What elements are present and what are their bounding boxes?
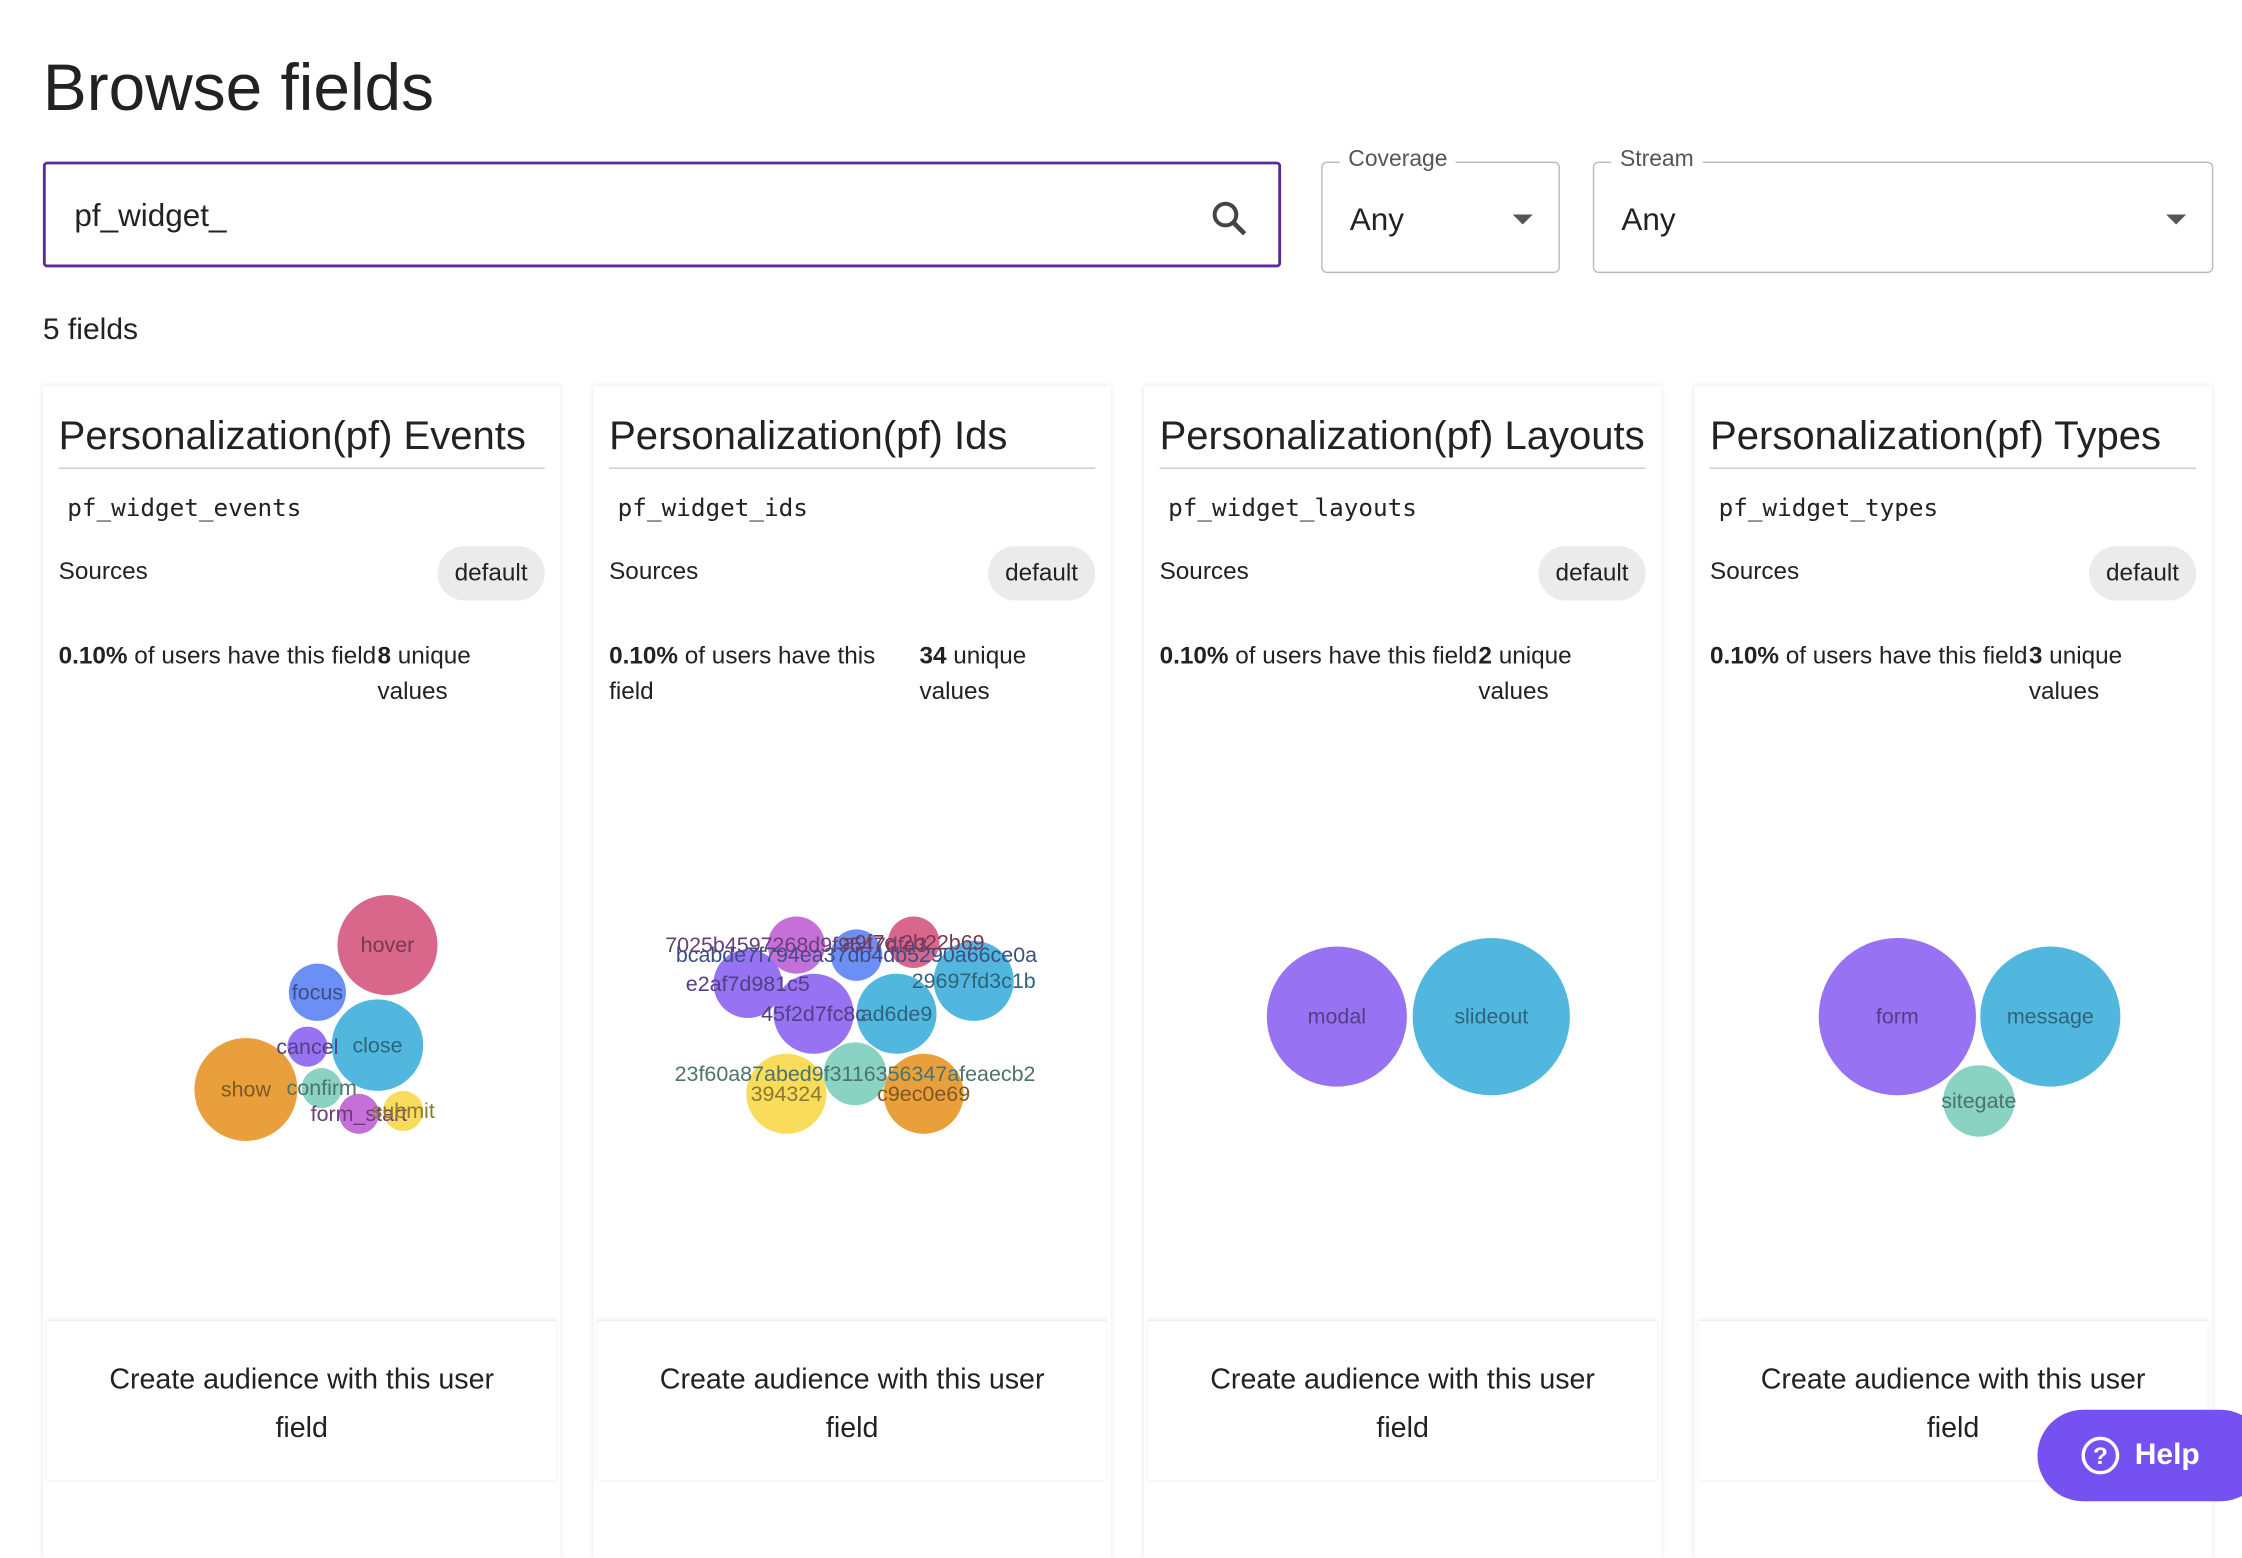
coverage-label: Coverage xyxy=(1339,147,1457,174)
stream-value: Any xyxy=(1621,201,1676,238)
stream-select[interactable]: Stream Any xyxy=(1592,147,2214,274)
bubble-chart: hover focus close cancel show confirm form_sta… xyxy=(59,709,545,1320)
coverage-select[interactable]: Coverage Any xyxy=(1321,147,1560,274)
coverage-stat: 0.10% of users have this field xyxy=(1710,638,2029,709)
bubble-label: close xyxy=(352,1033,402,1057)
unique-stat: 34 unique values xyxy=(919,638,1095,709)
coverage-value: Any xyxy=(1349,201,1404,238)
bubble-label: e2af7d981c5 xyxy=(686,972,810,996)
create-audience-label: Create audience with this user field xyxy=(659,1364,1045,1445)
bubble-label: 394324 xyxy=(751,1082,823,1106)
bubble-label: modal xyxy=(1308,1005,1366,1029)
bubble-chart-svg: hoverfocusclosecancelshow confirmform_sta… xyxy=(194,895,438,1141)
unique-stat: 2 unique values xyxy=(1478,638,1645,709)
coverage-value: 0.10% xyxy=(609,641,679,670)
search-box[interactable] xyxy=(42,161,1282,268)
bubble-label: 29697fd3c1b xyxy=(912,969,1036,993)
create-audience-button[interactable]: Create audience with this user field xyxy=(1148,1319,1658,1480)
create-audience-button[interactable]: Create audience with this user field xyxy=(47,1319,557,1480)
help-label: Help xyxy=(2134,1438,2200,1472)
sources-label: Sources xyxy=(1710,557,1800,585)
coverage-stat: 0.10% of users have this field xyxy=(1160,638,1479,709)
unique-value: 3 xyxy=(2028,641,2043,670)
bubble-label: 23f60a87abed9f3116356347afeaecb2 xyxy=(675,1062,1036,1086)
bubble-label: c9ec0e69 xyxy=(877,1082,970,1106)
coverage-value: 0.10% xyxy=(1710,641,1779,670)
page-title: Browse fields xyxy=(42,50,435,125)
bubble-chart: 7025b4597268d9f9547dfa3 bcabde7f794ea37db… xyxy=(609,709,1095,1320)
bubble-label: 45f2d7fc8c xyxy=(761,1002,866,1026)
source-badge[interactable]: default xyxy=(437,546,545,601)
sources-label: Sources xyxy=(609,557,699,585)
search-icon[interactable] xyxy=(1210,199,1250,239)
field-name: pf_widget_types xyxy=(1718,494,1939,524)
search-input[interactable] xyxy=(71,195,1164,236)
source-badge[interactable]: default xyxy=(1538,546,1646,601)
bubble-chart-svg: modal slideout xyxy=(1266,937,1570,1096)
bubble-chart-svg: 7025b4597268d9f9547dfa3bcabde7f794ea37db… xyxy=(665,916,1037,1134)
bubble-label: message xyxy=(2007,1005,2094,1029)
sources-label: Sources xyxy=(1159,557,1249,585)
bubble-label: a9f7c 2b22b69 xyxy=(843,930,985,954)
coverage-stat: 0.10% of users have this field xyxy=(59,638,378,709)
unique-value: 8 xyxy=(377,641,391,670)
bubble-label: focus xyxy=(292,980,343,1004)
create-audience-label: Create audience with this user field xyxy=(1210,1364,1595,1445)
svg-text:?: ? xyxy=(2093,1443,2108,1470)
bubble-label: ad6de9 xyxy=(861,1002,933,1026)
coverage-value: 0.10% xyxy=(58,641,128,670)
card-title: Personalization(pf) Ids xyxy=(609,386,1096,469)
unique-text: unique values xyxy=(377,641,471,705)
field-card: Personalization(pf) Types pf_widget_type… xyxy=(1694,386,2212,1558)
create-audience-button[interactable]: Create audience with this user field xyxy=(597,1319,1107,1480)
bubble-label: show xyxy=(221,1078,272,1102)
unique-text: unique values xyxy=(1478,641,1572,705)
bubble-chart-svg: form message sitegate xyxy=(1818,937,2121,1137)
stream-label: Stream xyxy=(1611,147,1703,174)
bubble-chart: form message sitegate xyxy=(1710,709,2196,1320)
unique-text: unique values xyxy=(2028,641,2123,705)
field-name: pf_widget_events xyxy=(67,494,302,524)
sources-label: Sources xyxy=(58,557,148,585)
bubble-label: hover xyxy=(361,933,415,957)
bubble-label: form xyxy=(1876,1005,1919,1029)
unique-stat: 8 unique values xyxy=(377,638,544,709)
bubble-label: slideout xyxy=(1454,1005,1528,1029)
result-count: 5 fields xyxy=(42,313,139,347)
source-badge[interactable]: default xyxy=(987,546,1096,601)
field-name: pf_widget_ids xyxy=(617,494,808,524)
help-icon: ? xyxy=(2081,1436,2120,1475)
card-title: Personalization(pf) Events xyxy=(58,386,545,469)
help-button[interactable]: ? Help xyxy=(2037,1409,2242,1502)
card-title: Personalization(pf) Layouts xyxy=(1159,386,1646,469)
coverage-value: 0.10% xyxy=(1159,641,1229,670)
unique-value: 2 xyxy=(1478,641,1492,670)
bubble-chart: modal slideout xyxy=(1160,709,1646,1320)
bubble-label: sitegate xyxy=(1941,1089,2016,1113)
chevron-down-icon xyxy=(1512,214,1533,225)
unique-stat: 3 unique values xyxy=(2029,638,2196,709)
bubble-label: submit xyxy=(372,1099,435,1123)
source-badge[interactable]: default xyxy=(2088,546,2197,601)
card-title: Personalization(pf) Types xyxy=(1710,386,2197,469)
field-card: Personalization(pf) Ids pf_widget_ids So… xyxy=(593,386,1111,1558)
coverage-text: of users have this field xyxy=(1235,641,1478,670)
bubble-label: confirm xyxy=(287,1076,357,1100)
bubble-label: cancel xyxy=(276,1035,338,1059)
unique-value: 34 xyxy=(919,641,947,670)
field-card: Personalization(pf) Events pf_widget_eve… xyxy=(42,386,561,1558)
coverage-text: of users have this field xyxy=(134,641,377,670)
coverage-stat: 0.10% of users have this field xyxy=(609,638,919,709)
create-audience-label: Create audience with this user field xyxy=(109,1364,495,1445)
field-name: pf_widget_layouts xyxy=(1168,494,1417,524)
chevron-down-icon xyxy=(2166,214,2187,225)
field-card: Personalization(pf) Layouts pf_widget_la… xyxy=(1143,386,1662,1558)
coverage-text: of users have this field xyxy=(1785,641,2028,670)
